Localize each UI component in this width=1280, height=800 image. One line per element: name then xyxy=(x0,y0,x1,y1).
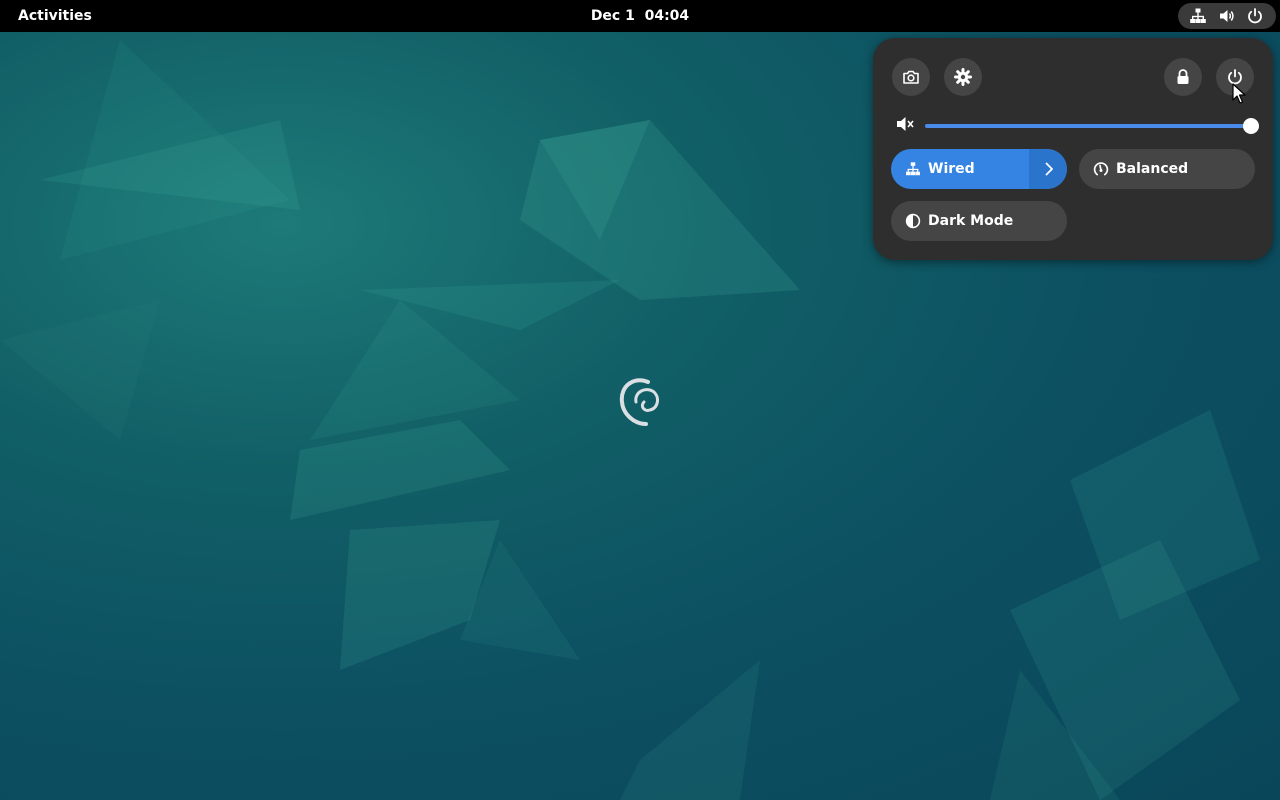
lock-button[interactable] xyxy=(1164,58,1202,96)
system-status-area[interactable] xyxy=(1178,3,1276,29)
half-circle-icon xyxy=(905,213,921,229)
desktop: Activities Dec 1 04:04 Wired Balanced Da… xyxy=(0,0,1280,800)
volume-slider[interactable] xyxy=(925,116,1259,136)
network-wired-icon xyxy=(1190,8,1206,23)
dark-mode-toggle[interactable]: Dark Mode xyxy=(891,201,1067,241)
balanced-label: Balanced xyxy=(1116,161,1189,177)
network-wired-icon xyxy=(906,162,920,176)
volume-slider-fill xyxy=(925,124,1251,128)
wired-submenu-button[interactable] xyxy=(1029,149,1067,189)
screenshot-button[interactable] xyxy=(892,58,930,96)
speaker-icon xyxy=(1220,10,1234,22)
volume-control xyxy=(891,110,1259,140)
wired-network-toggle: Wired xyxy=(891,149,1067,189)
debian-swirl-logo xyxy=(619,378,659,426)
wired-label: Wired xyxy=(928,161,975,177)
power-profile-icon xyxy=(1093,162,1109,176)
wired-toggle-button[interactable]: Wired xyxy=(891,149,1029,189)
power-icon xyxy=(1248,8,1262,24)
lock-icon xyxy=(1177,69,1189,84)
speaker-muted-icon[interactable] xyxy=(895,114,915,134)
settings-button[interactable] xyxy=(944,58,982,96)
activities-button[interactable]: Activities xyxy=(8,4,102,28)
chevron-right-icon xyxy=(1045,162,1053,176)
clock-button[interactable]: Dec 1 04:04 xyxy=(586,4,694,28)
dark-mode-label: Dark Mode xyxy=(928,213,1014,229)
clock-date: Dec 1 xyxy=(590,8,635,24)
quick-settings-menu: Wired Balanced Dark Mode xyxy=(873,38,1273,260)
top-bar: Activities Dec 1 04:04 xyxy=(0,0,1280,32)
clock-time: 04:04 xyxy=(644,8,690,24)
volume-slider-handle[interactable] xyxy=(1243,118,1259,134)
gear-icon xyxy=(954,68,972,86)
power-mode-toggle[interactable]: Balanced xyxy=(1079,149,1255,189)
camera-icon xyxy=(903,70,919,84)
mouse-cursor-icon xyxy=(1232,83,1246,104)
